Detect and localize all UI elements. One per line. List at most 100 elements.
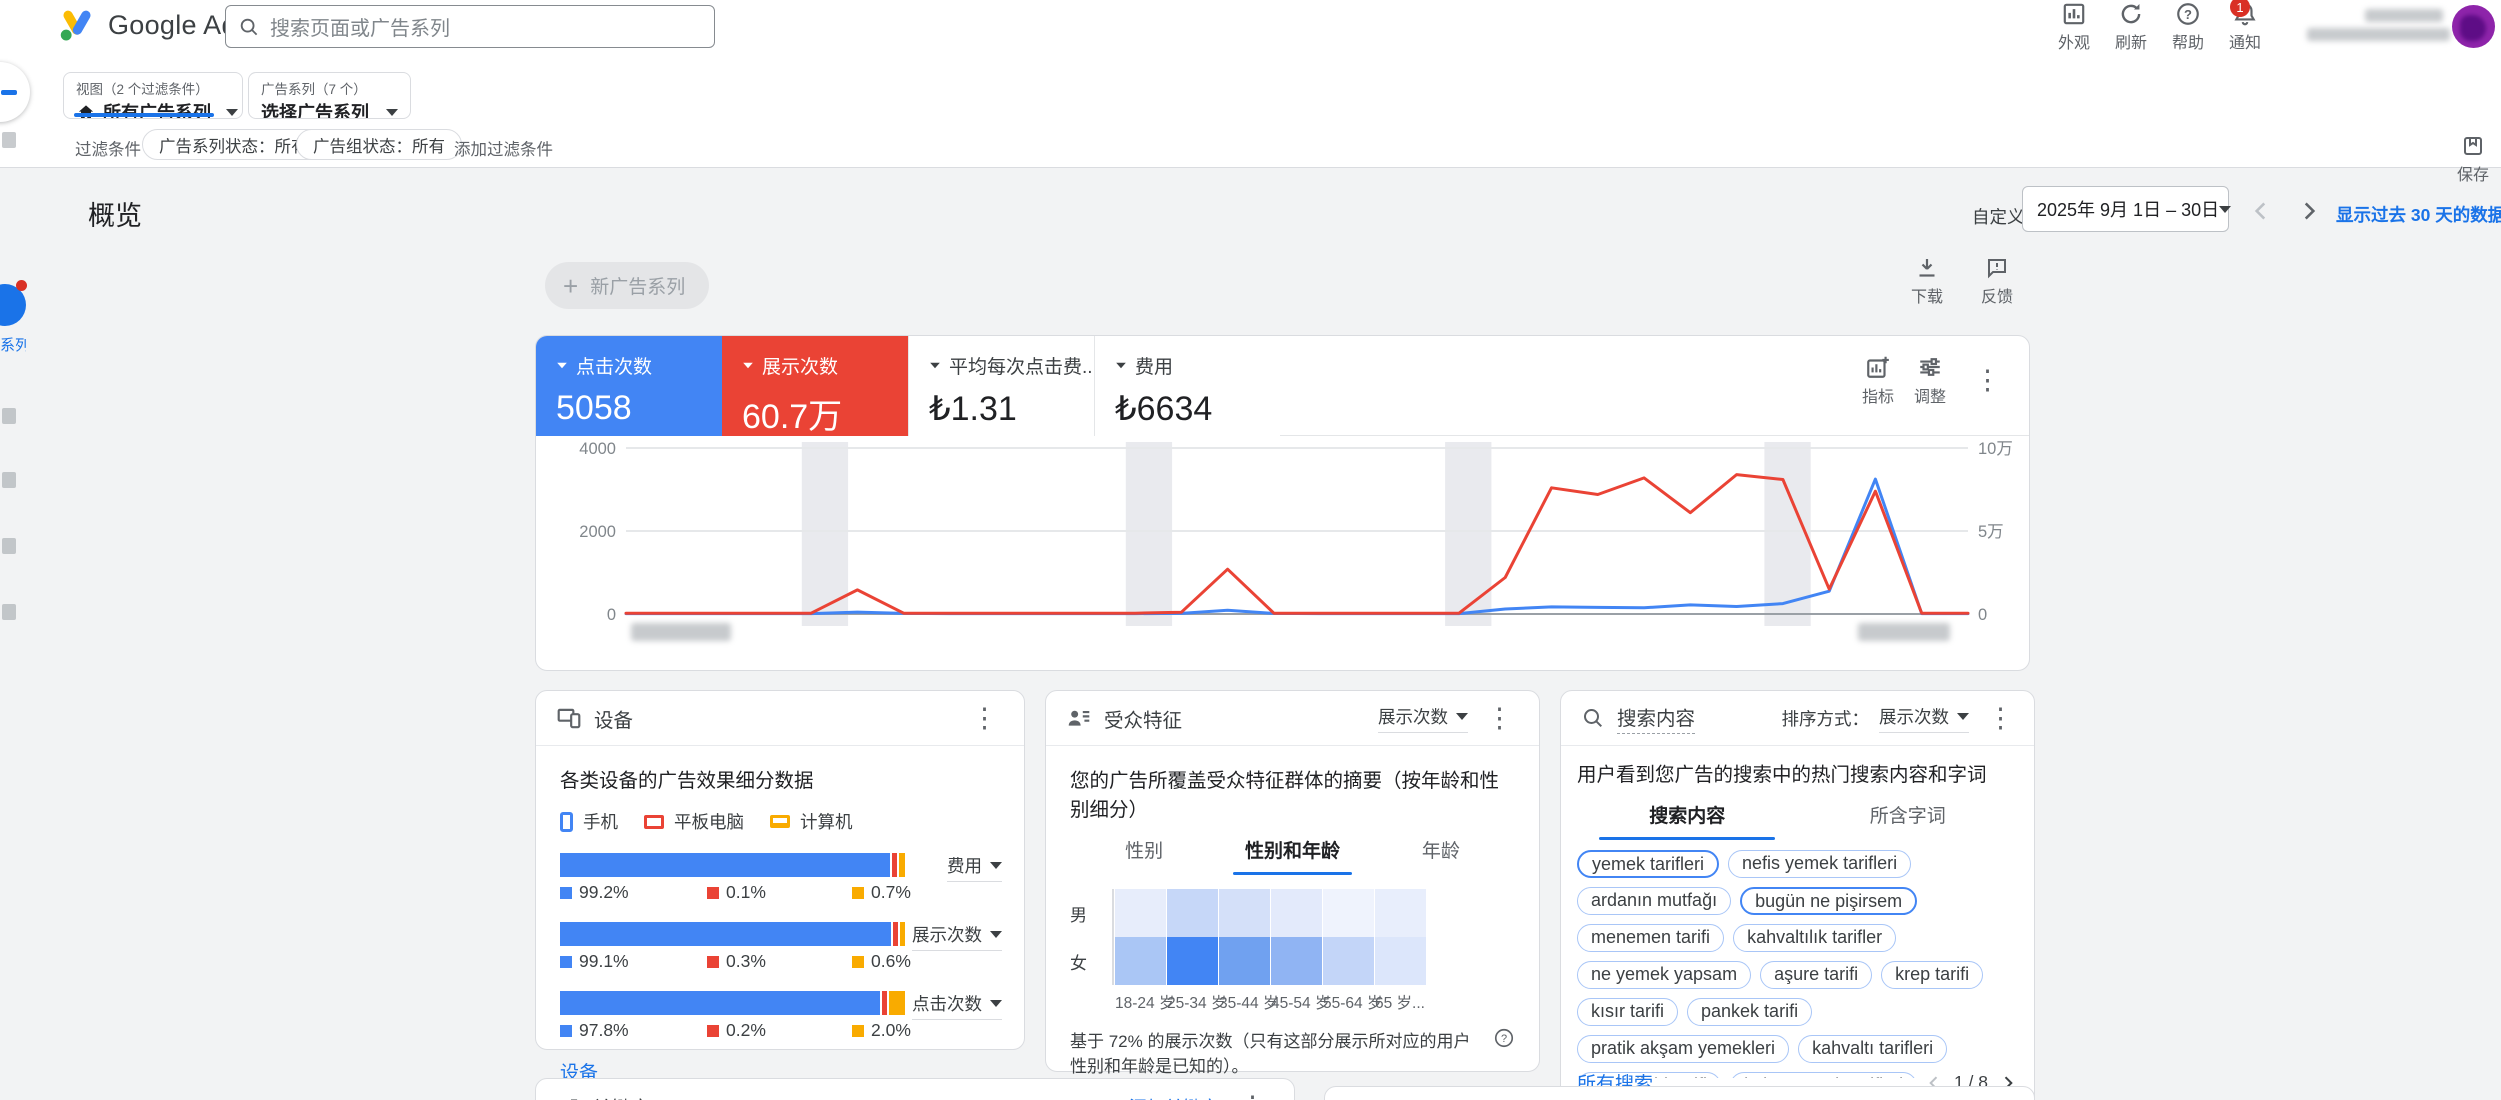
search-term-chip[interactable]: pankek tarifi [1687,998,1812,1026]
nav-item-fragment[interactable] [2,472,16,488]
help-circle-icon[interactable]: ? [1493,1027,1515,1049]
nav-item-fragment[interactable] [2,408,16,424]
devices-bars: 99.2%0.1%0.7%费用99.1%0.3%0.6%展示次数97.8%0.2… [560,853,1000,1041]
download-button[interactable]: 下载 [1898,256,1956,308]
devices-legend: 手机平板电脑计算机 [560,809,1000,834]
search-term-chip[interactable]: kahvaltı tarifleri [1798,1035,1947,1063]
chart-card-menu-kebab-icon[interactable]: ⋮ [1966,363,2009,398]
scorecard-label: 费用 [1115,352,1280,379]
search-term-chip[interactable]: aşure tarifi [1760,961,1872,989]
left-axis-tick: 2000 [579,523,616,541]
new-campaign-button[interactable]: + 新广告系列 [545,262,709,309]
global-search-input[interactable]: 搜索页面或广告系列 [225,5,715,48]
chevron-down-icon [1957,713,1969,720]
search-term-chip[interactable]: yemek tarifleri [1577,850,1719,878]
legend-item-1: 手机 [560,809,618,834]
performance-line-chart: 02000400005万10万 [536,436,2030,671]
scorecard-tab-1[interactable]: 点击次数5058 [536,336,722,436]
brand[interactable]: Google Ads [58,8,251,42]
search-term-chip[interactable]: pratik akşam yemekleri [1577,1035,1789,1063]
bell-icon: 1 [2232,1,2258,27]
scorecard-tab-3[interactable]: 平均每次点击费...₺1.31 [908,336,1094,436]
nav-item-fragment[interactable] [2,538,16,554]
search-sort-select[interactable]: 展示次数 [1879,704,1969,733]
demographics-card: 受众特征 展示次数 ⋮ 您的广告所覆盖受众特征群体的摘要（按年龄和性别细分） 性… [1045,690,1540,1072]
search-term-chip[interactable]: kısır tarifi [1577,998,1678,1026]
date-next-button[interactable] [2292,194,2326,228]
campaigns-alert-dot [16,280,27,291]
search-term-chip[interactable]: menemen tarifi [1577,924,1724,952]
nav-item-fragment[interactable] [2,132,16,148]
demographics-metric-select[interactable]: 展示次数 [1378,704,1468,733]
demographics-tabs: 性别性别和年龄年龄 [1070,836,1515,875]
search-tab-1[interactable]: 搜索内容 [1577,801,1798,840]
help-button[interactable]: ? 帮助 [2159,3,2217,51]
legend-color-swatch [560,956,572,968]
search-term-chip[interactable]: nefis yemek tarifleri [1728,850,1911,878]
legend-color-swatch [852,1025,864,1037]
devices-menu-kebab-icon[interactable]: ⋮ [963,701,1006,736]
legend-label: 平板电脑 [674,809,744,834]
search-tab-2[interactable]: 所含字词 [1798,801,2019,840]
metrics-button[interactable]: 指标 [1862,354,1894,407]
demographics-tab-1[interactable]: 性别 [1070,836,1218,875]
keywords-menu-kebab-icon[interactable]: ⋮ [1231,1089,1274,1100]
avatar[interactable] [2452,5,2495,48]
heatmap-row: 女 [1070,937,1515,985]
scorecard-tab-4[interactable]: 费用₺6634 [1094,336,1280,436]
save-button[interactable]: 保存 [2444,134,2501,186]
add-keywords-button[interactable]: + 添加关键字 [1107,1094,1219,1100]
clipped-bottom-card [1324,1086,2035,1100]
date-prev-button[interactable] [2244,194,2278,228]
date-range-picker[interactable]: 2025年 9月 1日 – 30日 [2022,186,2229,232]
heatmap-col-label: 18-24 岁 [1115,991,1167,1013]
show-last-30-days-link[interactable]: 显示过去 30 天的数据 [2336,202,2501,227]
percent-value: 0.3% [726,951,766,972]
heatmap-row: 男 [1070,889,1515,937]
feedback-button[interactable]: 反馈 [1968,256,2026,308]
device-metric-select[interactable]: 费用 [947,853,1002,882]
scorecard-metric-name: 点击次数 [576,352,652,379]
nav-item-fragment[interactable] [2,604,16,620]
campaign-selector[interactable]: 广告系列（7 个） 选择广告系列 [248,72,411,119]
demographics-menu-kebab-icon[interactable]: ⋮ [1478,701,1521,736]
search-term-chip[interactable]: kahvaltılık tarifler [1733,924,1896,952]
legend-color-swatch [707,887,719,899]
right-axis-tick: 0 [1978,606,1987,624]
view-selector[interactable]: 视图（2 个过滤条件） 所有广告系列 [63,72,243,119]
chevron-down-icon [386,109,398,116]
scorecard-tab-2[interactable]: 展示次数60.7万 [722,336,908,436]
heatmap-col-label: 55-64 岁 [1323,991,1375,1013]
notifications-label: 通知 [2229,29,2261,53]
percent-value: 97.8% [579,1020,629,1041]
search-term-chip[interactable]: bugün ne pişirsem [1740,887,1917,915]
devices-subtitle: 各类设备的广告效果细分数据 [560,764,1000,793]
appearance-button[interactable]: 外观 [2045,3,2103,51]
notifications-button[interactable]: 1 通知 [2216,3,2274,51]
demographics-tab-3[interactable]: 年龄 [1367,836,1515,875]
device-metric-select[interactable]: 展示次数 [912,922,1002,951]
help-label: 帮助 [2172,29,2204,53]
search-term-chip[interactable]: ardanın mutfağı [1577,887,1731,915]
heatmap-cell [1219,889,1270,937]
scorecard-label: 平均每次点击费... [929,352,1094,379]
refresh-button[interactable]: 刷新 [2102,3,2160,51]
adjust-button[interactable]: 调整 [1914,354,1946,407]
refresh-icon [2118,1,2144,27]
audience-icon [1066,705,1092,731]
demographics-tab-2[interactable]: 性别和年龄 [1218,836,1366,875]
search-term-chip[interactable]: krep tarifi [1881,961,1983,989]
heatmap-cell [1323,937,1374,985]
svg-text:?: ? [1501,1033,1507,1045]
devices-icon [556,705,582,731]
search-menu-kebab-icon[interactable]: ⋮ [1979,701,2022,736]
filter-chip-adgroup-status[interactable]: 广告组状态：所有 [296,129,462,160]
search-term-chip[interactable]: ne yemek yapsam [1577,961,1751,989]
keywords-icon [556,1095,580,1100]
metrics-label: 指标 [1862,383,1894,407]
add-filter-button[interactable]: 添加过滤条件 [454,136,553,160]
search-tabs: 搜索内容所含字词 [1577,801,2018,840]
google-ads-logo-icon [58,8,96,42]
campaigns-nav-label[interactable]: 系列 [0,334,26,355]
device-metric-select[interactable]: 点击次数 [912,991,1002,1020]
